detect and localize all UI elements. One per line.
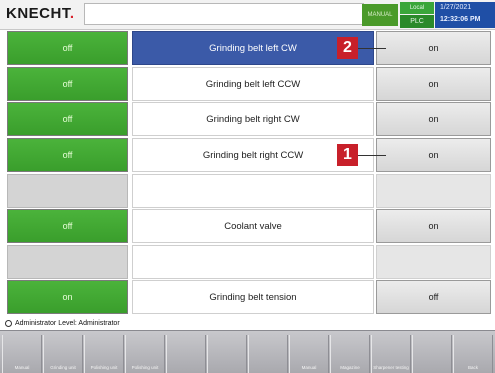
control-row: off Grinding belt left CCW on [0, 67, 495, 103]
label-coolant-valve[interactable]: Coolant valve [132, 209, 374, 243]
label-grinding-belt-right-cw[interactable]: Grinding belt right CW [132, 102, 374, 136]
state-button-empty [7, 245, 128, 279]
softkey-empty[interactable] [412, 335, 452, 373]
title-field [84, 3, 364, 25]
softkey-manual[interactable]: Manual [2, 335, 42, 373]
header-bar: KNECHT. MANUAL Local PLC 1/27/2021 12:32… [0, 0, 495, 30]
action-button-grinding-belt-left-ccw[interactable]: on [376, 67, 491, 101]
state-button-coolant-valve[interactable]: off [7, 209, 128, 243]
local-indicator: Local [400, 2, 434, 14]
softkey-polishing-unit-1[interactable]: Polishing unit [84, 335, 124, 373]
softkey-magazine[interactable]: Magazine [330, 335, 370, 373]
softkey-empty[interactable] [207, 335, 247, 373]
knecht-logo: KNECHT. [6, 5, 75, 23]
label-grinding-belt-tension[interactable]: Grinding belt tension [132, 280, 374, 314]
softkey-empty[interactable] [248, 335, 288, 373]
mode-indicator: MANUAL [362, 4, 398, 26]
user-level: Level: Administrator [58, 320, 120, 327]
state-button-grinding-belt-tension[interactable]: on [7, 280, 128, 314]
logo-dot-icon: . [69, 5, 75, 22]
action-button-empty [376, 174, 491, 208]
state-button-grinding-belt-right-cw[interactable]: off [7, 102, 128, 136]
logo-text: KNECHT [6, 5, 70, 22]
plc-status: Local PLC [400, 2, 434, 28]
time-text: 12:32:06 PM [440, 16, 481, 23]
state-button-grinding-belt-right-ccw[interactable]: off [7, 138, 128, 172]
status-bar: Administrator Level: Administrator [0, 318, 495, 330]
softkey-toolbar: Manual Grinding unit Polishing unit Poli… [0, 330, 495, 373]
plc-indicator: PLC [400, 15, 434, 28]
softkey-empty[interactable] [166, 335, 206, 373]
label-grinding-belt-left-ccw[interactable]: Grinding belt left CCW [132, 67, 374, 101]
softkey-back[interactable]: Back [453, 335, 493, 373]
control-row: off Grinding belt right CCW on [0, 138, 495, 174]
action-button-empty [376, 245, 491, 279]
user-name: Administrator [15, 320, 57, 327]
action-button-grinding-belt-tension[interactable]: off [376, 280, 491, 314]
label-empty [132, 245, 374, 279]
control-row-empty [0, 245, 495, 281]
action-button-grinding-belt-left-cw[interactable]: on [376, 31, 491, 65]
control-row: on Grinding belt tension off [0, 280, 495, 316]
callout-2-badge: 2 [337, 37, 358, 59]
status-area: MANUAL Local PLC 1/27/2021 12:32:06 PM [362, 2, 495, 28]
label-empty [132, 174, 374, 208]
callout-1-badge: 1 [337, 144, 358, 166]
action-button-grinding-belt-right-cw[interactable]: on [376, 102, 491, 136]
softkey-grinding-unit[interactable]: Grinding unit [43, 335, 83, 373]
callout-1-line [356, 155, 386, 156]
state-button-grinding-belt-left-cw[interactable]: off [7, 31, 128, 65]
control-row: off Grinding belt left CW on [0, 31, 495, 67]
control-row-empty [0, 174, 495, 210]
state-button-empty [7, 174, 128, 208]
softkey-manual-2[interactable]: Manual [289, 335, 329, 373]
action-button-coolant-valve[interactable]: on [376, 209, 491, 243]
control-row: off Coolant valve on [0, 209, 495, 245]
datetime-display: 1/27/2021 12:32:06 PM [435, 2, 495, 28]
softkey-sharpener-testing[interactable]: Sharpener testing [371, 335, 411, 373]
softkey-polishing-unit-2[interactable]: Polishing unit [125, 335, 165, 373]
action-button-grinding-belt-right-ccw[interactable]: on [376, 138, 491, 172]
date-text: 1/27/2021 [440, 4, 472, 11]
callout-2-line [356, 48, 386, 49]
control-row: off Grinding belt right CW on [0, 102, 495, 138]
state-button-grinding-belt-left-ccw[interactable]: off [7, 67, 128, 101]
user-info: Administrator Level: Administrator [15, 320, 120, 327]
user-icon [5, 320, 12, 327]
